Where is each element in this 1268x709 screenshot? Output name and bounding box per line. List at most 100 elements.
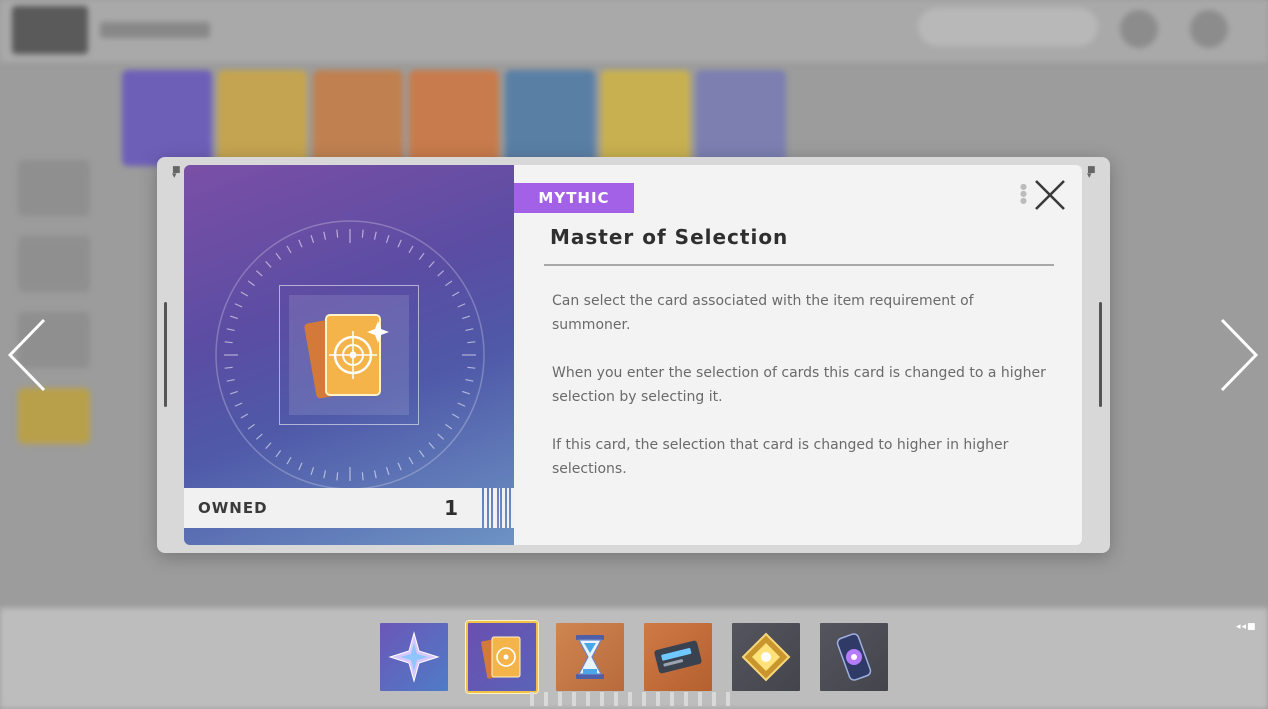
title-divider — [544, 264, 1054, 266]
dial-tick — [234, 402, 243, 407]
dial-tick — [451, 413, 460, 419]
dial-tick — [298, 239, 303, 248]
dial-tick — [397, 462, 402, 471]
dial-tick — [465, 328, 474, 332]
dial-tick — [247, 423, 255, 430]
item-slot-target-cards[interactable] — [466, 621, 538, 693]
dial-tick — [229, 315, 238, 320]
dial-tick — [234, 303, 243, 308]
dial-tick — [323, 231, 327, 240]
background-side-item — [18, 236, 90, 292]
dial-tick — [462, 315, 471, 320]
description-paragraph: Can select the card associated with the … — [552, 293, 974, 333]
item-slot-energy-capsule[interactable] — [818, 621, 890, 693]
item-slot-hourglass[interactable] — [554, 621, 626, 693]
dial-tick — [247, 280, 255, 287]
background-side-item — [18, 160, 90, 216]
dial-tick — [226, 378, 235, 382]
dial-tick — [457, 303, 466, 308]
background-side-item — [18, 388, 90, 444]
item-slot-crystal-star[interactable] — [378, 621, 450, 693]
dial-tick — [240, 291, 249, 297]
dial-tick — [397, 239, 402, 248]
dial-tick — [229, 390, 238, 395]
dial-tick — [418, 252, 425, 260]
background-button — [1190, 10, 1228, 48]
dial-tick — [265, 442, 272, 450]
item-selector-strip — [378, 621, 890, 693]
item-slot-ticket-card[interactable] — [642, 621, 714, 693]
dial-tick — [428, 442, 435, 450]
frame-rail-left — [164, 302, 167, 407]
description-paragraph: If this card, the selection that card is… — [552, 437, 1009, 477]
chevron-right-icon — [1220, 318, 1259, 392]
description-paragraph: When you enter the selection of cards th… — [552, 365, 1046, 405]
dial-tick — [275, 450, 282, 458]
dial-tick — [255, 433, 263, 440]
item-description: Can select the card associated with the … — [552, 289, 1052, 505]
dial-tick — [467, 366, 476, 369]
dial-tick — [428, 260, 435, 268]
dial-tick — [373, 470, 377, 479]
owned-label: OWNED — [198, 499, 268, 517]
dial-tick — [408, 456, 414, 465]
dial-tick — [224, 366, 233, 369]
close-button[interactable] — [1032, 177, 1068, 213]
crystal-star-icon — [388, 631, 440, 683]
gold-gem-icon — [741, 632, 791, 682]
dial-tick — [445, 280, 453, 287]
chevron-left-icon — [7, 318, 46, 392]
dial-tick — [373, 231, 377, 240]
dial-tick — [336, 472, 339, 481]
strip-scroll-decoration — [530, 692, 740, 706]
prev-item-button[interactable] — [6, 318, 48, 392]
frame-ornament: ■ ▾ — [1087, 165, 1096, 181]
dial-tick — [457, 402, 466, 407]
dial-tick — [336, 229, 339, 238]
item-slot-gold-gem[interactable] — [730, 621, 802, 693]
dial-tick — [451, 291, 460, 297]
item-artwork: OWNED 1 — [184, 165, 514, 545]
rarity-badge: MYTHIC — [514, 183, 634, 213]
page-indicator-icon: ◂◂■ — [1236, 622, 1257, 632]
energy-capsule-icon — [836, 633, 872, 681]
dial-tick — [298, 462, 303, 471]
background-currency — [918, 8, 1098, 46]
background-button — [1120, 10, 1158, 48]
owned-count-bar: OWNED 1 — [184, 488, 482, 528]
target-cards-icon — [304, 314, 389, 399]
dial-tick — [240, 413, 249, 419]
dial-tick — [385, 467, 390, 476]
item-detail-panel: OWNED 1 MYTHIC Master of Selection Can s… — [184, 165, 1082, 545]
background-logo — [12, 6, 88, 54]
hourglass-icon — [576, 635, 604, 679]
dial-tick — [255, 270, 263, 277]
dial-tick — [385, 234, 390, 243]
dial-tick — [408, 245, 414, 254]
dial-tick — [265, 260, 272, 268]
barcode-decoration — [482, 488, 514, 528]
dial-tick — [361, 472, 364, 481]
dial-tick — [361, 229, 364, 238]
owned-count: 1 — [444, 496, 458, 520]
dial-tick — [418, 450, 425, 458]
next-item-button[interactable] — [1218, 318, 1260, 392]
background-title — [100, 22, 210, 38]
dial-tick — [462, 390, 471, 395]
item-title: Master of Selection — [550, 225, 789, 249]
dial-tick — [286, 245, 292, 254]
background-item-row — [122, 70, 787, 166]
dial-tick — [224, 341, 233, 344]
dial-tick — [286, 456, 292, 465]
frame-rail-right — [1099, 302, 1102, 407]
dial-tick — [275, 252, 282, 260]
target-cards-icon — [481, 636, 521, 679]
dial-tick — [437, 270, 445, 277]
dial-tick — [226, 328, 235, 332]
dial-tick — [310, 234, 315, 243]
dial-tick — [323, 470, 327, 479]
close-icon — [1035, 180, 1065, 210]
dial-tick — [465, 378, 474, 382]
ticket-card-icon — [654, 640, 702, 674]
dial-tick — [310, 467, 315, 476]
